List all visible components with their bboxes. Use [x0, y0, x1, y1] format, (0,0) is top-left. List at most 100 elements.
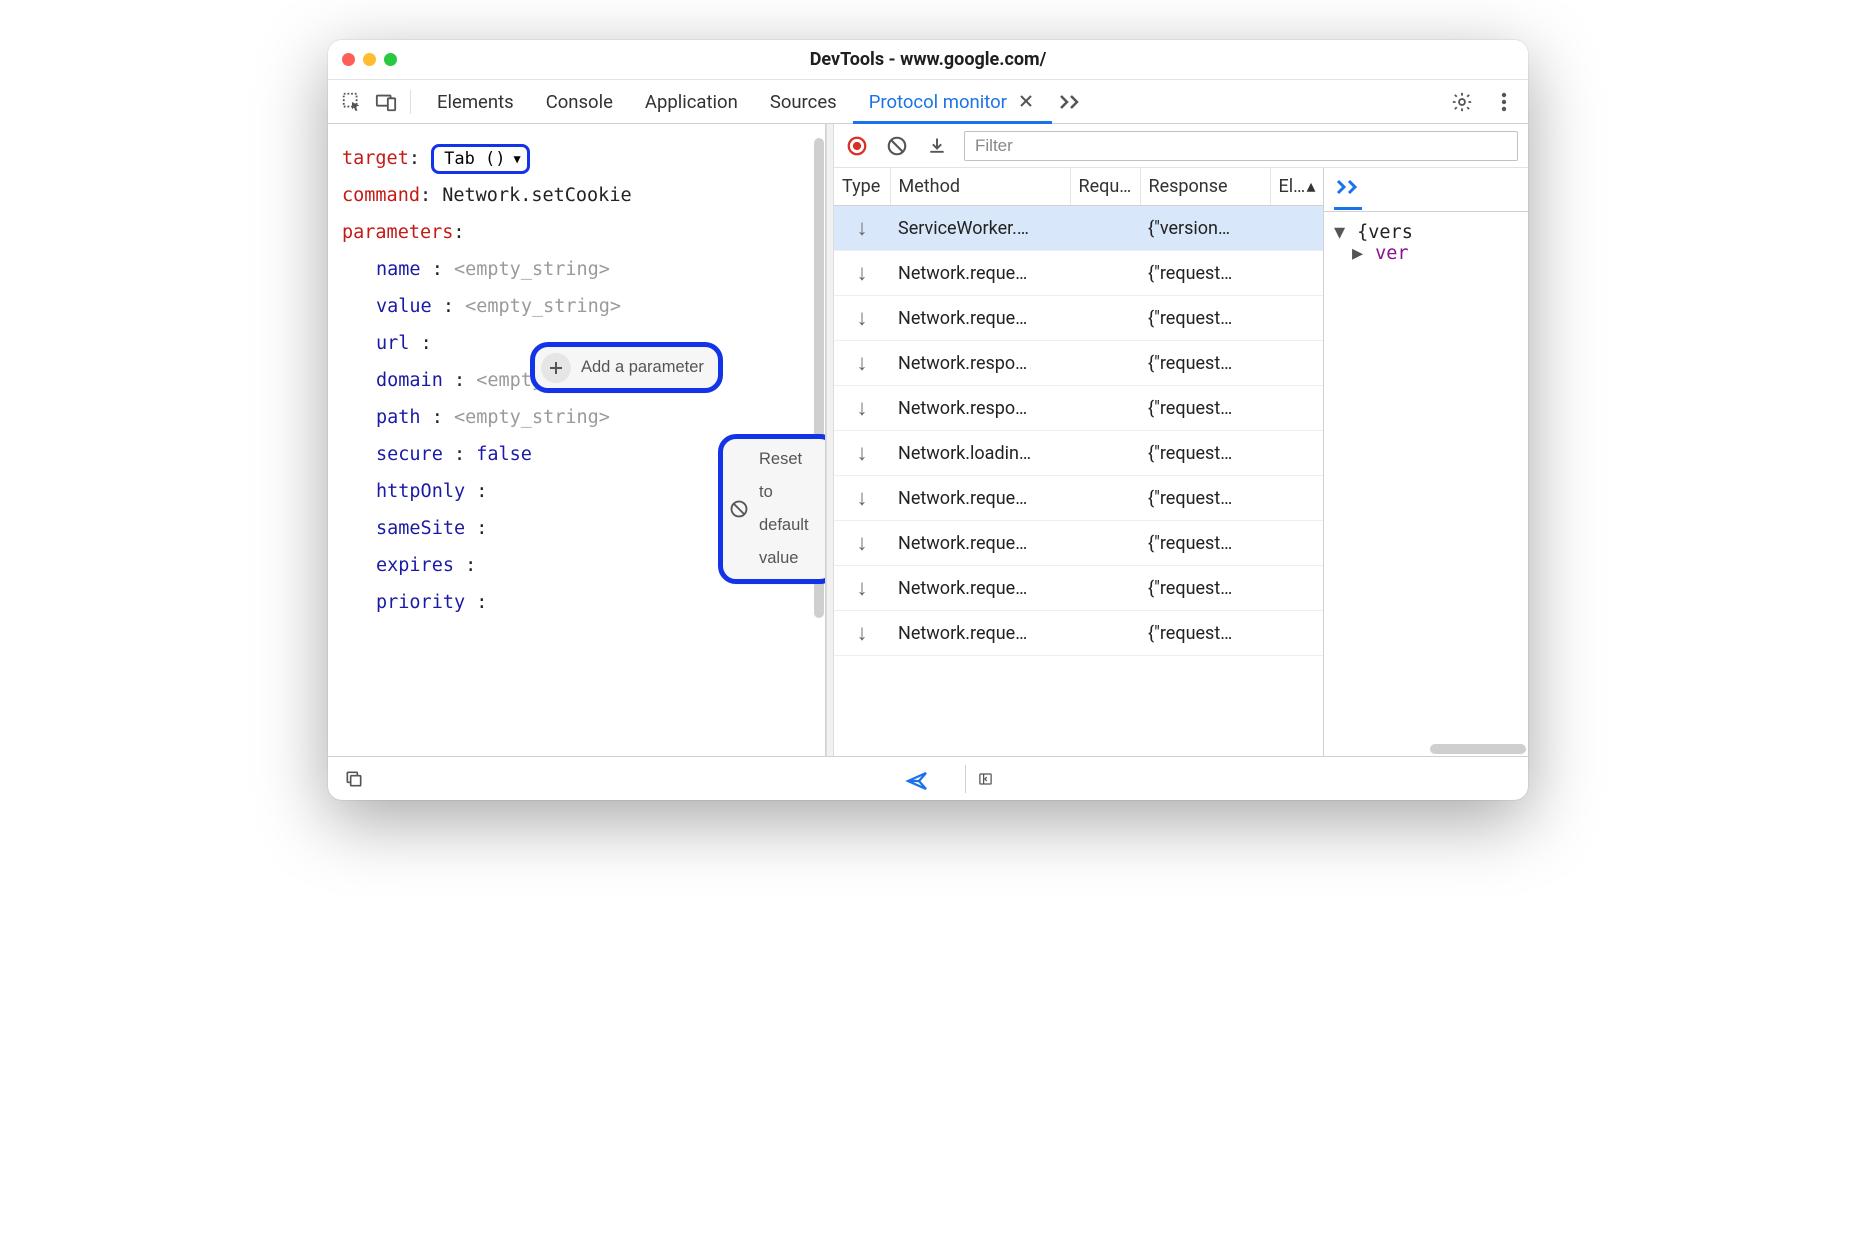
- target-value: Tab (): [444, 142, 505, 176]
- tab-application[interactable]: Application: [629, 80, 754, 124]
- elapsed-cell: [1270, 566, 1324, 611]
- request-cell: [1070, 296, 1140, 341]
- elapsed-cell: [1270, 341, 1324, 386]
- response-cell: {"request…: [1140, 566, 1270, 611]
- elapsed-cell: [1270, 611, 1324, 656]
- type-cell: ↓: [834, 206, 890, 251]
- details-pane: ▼ {vers ▶ ver: [1324, 168, 1528, 756]
- target-select[interactable]: Tab () ▼: [431, 144, 530, 174]
- plus-icon[interactable]: [541, 353, 571, 383]
- close-icon[interactable]: [1016, 91, 1036, 111]
- caret-right-icon: ▶: [1352, 243, 1364, 264]
- tab-elements[interactable]: Elements: [421, 80, 530, 124]
- response-cell: {"request…: [1140, 341, 1270, 386]
- param-value[interactable]: value : <empty_string>: [376, 288, 817, 325]
- caret-down-icon: ▼: [1334, 222, 1346, 243]
- type-cell: ↓: [834, 521, 890, 566]
- response-cell: {"request…: [1140, 251, 1270, 296]
- method-cell: Network.reque…: [890, 521, 1070, 566]
- col-type[interactable]: Type: [834, 168, 890, 206]
- elapsed-cell: [1270, 206, 1324, 251]
- elapsed-cell: [1270, 476, 1324, 521]
- command-editor[interactable]: target: Tab () ▼ command: Network.setCoo…: [328, 124, 825, 756]
- panel-body: target: Tab () ▼ command: Network.setCoo…: [328, 124, 1528, 756]
- type-cell: ↓: [834, 566, 890, 611]
- type-cell: ↓: [834, 611, 890, 656]
- reset-icon[interactable]: [729, 494, 749, 524]
- elapsed-cell: [1270, 251, 1324, 296]
- col-request[interactable]: Requ…: [1070, 168, 1140, 206]
- send-command-icon[interactable]: [903, 765, 931, 793]
- type-cell: ↓: [834, 341, 890, 386]
- tab-label: Protocol monitor: [869, 91, 1007, 113]
- add-parameter-tooltip: Add a parameter: [530, 342, 723, 393]
- request-cell: [1070, 431, 1140, 476]
- response-cell: {"version…: [1140, 206, 1270, 251]
- type-cell: ↓: [834, 296, 890, 341]
- more-tabs-icon[interactable]: [1056, 88, 1084, 116]
- method-cell: Network.reque…: [890, 476, 1070, 521]
- table-row[interactable]: ↓Network.reque…{"request…: [834, 521, 1324, 566]
- table-row[interactable]: ↓Network.reque…{"request…: [834, 296, 1324, 341]
- tree-child[interactable]: ▶ ver: [1334, 243, 1522, 264]
- col-method[interactable]: Method: [890, 168, 1070, 206]
- arrow-down-icon: ↓: [857, 485, 868, 511]
- messages-pane: Type Method Requ… Response El…▴ ↓Service…: [834, 124, 1528, 756]
- col-elapsed[interactable]: El…▴: [1270, 168, 1324, 206]
- copy-command-icon[interactable]: [340, 765, 368, 793]
- tooltip-text: Add a parameter: [581, 351, 704, 384]
- table-row[interactable]: ↓Network.loadin…{"request…: [834, 431, 1324, 476]
- arrow-down-icon: ↓: [857, 575, 868, 601]
- device-toolbar-icon[interactable]: [372, 88, 400, 116]
- request-cell: [1070, 521, 1140, 566]
- type-cell: ↓: [834, 386, 890, 431]
- tooltip-text: Reset to default value: [759, 443, 819, 575]
- request-cell: [1070, 341, 1140, 386]
- details-tree[interactable]: ▼ {vers ▶ ver: [1324, 212, 1528, 756]
- table-row[interactable]: ↓Network.reque…{"request…: [834, 476, 1324, 521]
- record-icon[interactable]: [844, 133, 870, 159]
- title-bar: DevTools - www.google.com/: [328, 40, 1528, 80]
- arrow-down-icon: ↓: [857, 620, 868, 646]
- command-label: command: [342, 185, 420, 206]
- tab-sources[interactable]: Sources: [754, 80, 853, 124]
- tab-list: Elements Console Application Sources Pro…: [421, 80, 1442, 124]
- pane-resizer[interactable]: [826, 124, 834, 756]
- arrow-down-icon: ↓: [857, 530, 868, 556]
- tab-console[interactable]: Console: [530, 80, 629, 124]
- param-path[interactable]: path : <empty_string>: [376, 399, 817, 436]
- tab-protocol-monitor[interactable]: Protocol monitor: [853, 80, 1052, 124]
- command-value[interactable]: Network.setCookie: [442, 185, 631, 206]
- download-icon[interactable]: [924, 133, 950, 159]
- separator: [410, 90, 411, 114]
- more-tabs-icon[interactable]: [1334, 170, 1362, 210]
- toggle-editor-icon[interactable]: [965, 765, 993, 793]
- details-tabs: [1324, 168, 1528, 212]
- tree-root[interactable]: ▼ {vers: [1334, 222, 1522, 243]
- elapsed-cell: [1270, 296, 1324, 341]
- param-name[interactable]: name : <empty_string>: [376, 251, 817, 288]
- filter-input[interactable]: [964, 131, 1518, 161]
- method-cell: Network.loadin…: [890, 431, 1070, 476]
- table-row[interactable]: ↓Network.reque…{"request…: [834, 251, 1324, 296]
- col-response[interactable]: Response: [1140, 168, 1270, 206]
- gear-icon[interactable]: [1448, 88, 1476, 116]
- horizontal-scrollbar[interactable]: [1430, 744, 1526, 754]
- request-cell: [1070, 251, 1140, 296]
- request-cell: [1070, 566, 1140, 611]
- table-row[interactable]: ↓Network.respo…{"request…: [834, 386, 1324, 431]
- kebab-menu-icon[interactable]: [1490, 88, 1518, 116]
- inspect-element-icon[interactable]: [338, 88, 366, 116]
- command-editor-pane: target: Tab () ▼ command: Network.setCoo…: [328, 124, 826, 756]
- command-row: command: Network.setCookie: [342, 177, 817, 214]
- param-priority[interactable]: priority :: [376, 584, 817, 621]
- table-row[interactable]: ↓ServiceWorker.…{"version…: [834, 206, 1324, 251]
- request-cell: [1070, 386, 1140, 431]
- table-row[interactable]: ↓Network.respo…{"request…: [834, 341, 1324, 386]
- messages-table-wrap: Type Method Requ… Response El…▴ ↓Service…: [834, 168, 1324, 756]
- main-tab-strip: Elements Console Application Sources Pro…: [328, 80, 1528, 124]
- elapsed-cell: [1270, 431, 1324, 476]
- table-row[interactable]: ↓Network.reque…{"request…: [834, 611, 1324, 656]
- clear-icon[interactable]: [884, 133, 910, 159]
- table-row[interactable]: ↓Network.reque…{"request…: [834, 566, 1324, 611]
